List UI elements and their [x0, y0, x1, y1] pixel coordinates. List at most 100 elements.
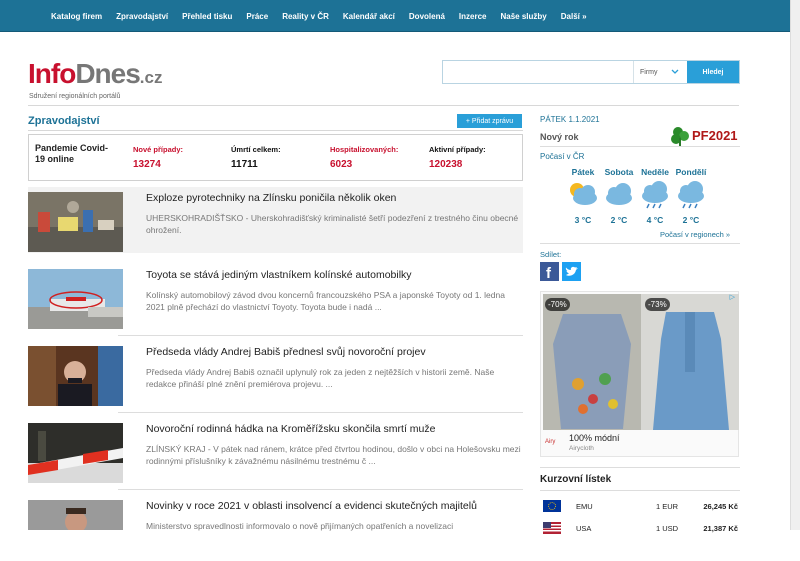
divider	[118, 489, 523, 490]
logo-part-cz: .cz	[139, 68, 163, 87]
article-title[interactable]: Novoroční rodinná hádka na Kroměřížsku s…	[146, 423, 435, 435]
ad-text: 100% módní	[569, 433, 620, 443]
currency-code: USA	[576, 524, 592, 533]
article-description: ZLÍNSKÝ KRAJ - V pátek nad ránem, krátce…	[146, 444, 521, 466]
scrollbar[interactable]	[790, 0, 800, 530]
nav-item[interactable]: Kalendář akcí	[343, 12, 395, 21]
currency-code: EMU	[576, 502, 593, 511]
article-title[interactable]: Předseda vlády Andrej Babiš přednesl svů…	[146, 346, 426, 358]
article-title[interactable]: Toyota se stává jediným vlastníkem kolín…	[146, 269, 412, 281]
nav-item[interactable]: Práce	[246, 12, 268, 21]
nav-item[interactable]: Katalog firem	[51, 12, 102, 21]
search-input[interactable]	[443, 61, 633, 83]
rain-cloud-icon	[638, 180, 672, 215]
divider	[540, 490, 740, 491]
svg-text:f: f	[546, 265, 552, 281]
news-section-title[interactable]: Zpravodajství	[28, 115, 100, 127]
weather-regions-link[interactable]: Počasí v regionech »	[660, 230, 730, 239]
covid-stat-label: Nové případy:	[133, 145, 184, 154]
article-item[interactable]: Novoroční rodinná hádka na Kroměřížsku s…	[28, 418, 523, 484]
advertisement[interactable]: -70% -73% ▷ Airy 100% módní Airycloth	[540, 291, 739, 457]
weather-title[interactable]: Počasí v ČR	[540, 152, 740, 161]
search-category-select[interactable]: Firmy	[633, 61, 687, 83]
nav-item[interactable]: Dovolená	[409, 12, 445, 21]
pf-logo: PF2021	[668, 124, 738, 148]
nav-item[interactable]: Inzerce	[459, 12, 487, 21]
covid-stat-value: 120238	[429, 159, 463, 170]
nav-item[interactable]: Další »	[561, 12, 587, 21]
currency-row: EMU 1 EUR 26,245 Kč	[540, 498, 740, 516]
eu-flag-icon	[543, 500, 561, 512]
weather-temp: 3 °C	[574, 215, 592, 225]
article-description: UHERSKOHRADIŠŤSKO - Uherskohradišťský kr…	[146, 213, 519, 235]
weather-temp: 2 °C	[682, 215, 700, 225]
currency-amount: 1 EUR	[656, 502, 679, 511]
rain-cloud-icon	[674, 180, 708, 215]
article-description: Předseda vlády Andrej Babiš označil uply…	[146, 367, 495, 389]
logo-part-dnes: Dnes	[75, 58, 140, 89]
sun-cloud-icon	[566, 180, 600, 213]
article-description: Kolínský automobilový závod dvou koncern…	[146, 290, 505, 312]
article-thumbnail[interactable]	[28, 269, 123, 329]
article-item[interactable]: Předseda vlády Andrej Babiš přednesl svů…	[28, 341, 523, 407]
covid-stat-label: Aktivní případy:	[429, 145, 486, 154]
covid-widget: Pandemie Covid-19 online Nové případy: 1…	[28, 134, 523, 181]
weather-temp: 4 °C	[646, 215, 664, 225]
add-news-button[interactable]: + Přidat zprávu	[457, 114, 522, 128]
divider	[28, 105, 739, 106]
chevron-down-icon	[671, 69, 679, 74]
divider	[540, 146, 740, 147]
weather-day: Pondělí	[675, 167, 707, 177]
nav-item[interactable]: Naše služby	[501, 12, 547, 21]
top-navigation: Katalog firem Zpravodajství Přehled tisku P…	[0, 0, 800, 32]
site-logo[interactable]: InfoDnes.cz	[28, 58, 162, 90]
divider	[540, 243, 740, 244]
currency-title: Kurzovní lístek	[540, 474, 612, 485]
discount-badge: -70%	[545, 298, 570, 311]
search-button[interactable]: Hledej	[687, 61, 739, 83]
facebook-share-button[interactable]: f	[540, 262, 559, 282]
covid-stat-value: 13274	[133, 159, 161, 170]
covid-stat-value: 11711	[231, 159, 258, 170]
ad-image	[543, 294, 641, 430]
article-item[interactable]: Novinky v roce 2021 v oblasti insolvencí…	[28, 495, 523, 561]
current-date: PÁTEK 1.1.2021	[540, 115, 600, 124]
tagline: Sdružení regionálních portálů	[29, 93, 121, 100]
nav-item[interactable]: Zpravodajství	[116, 12, 168, 21]
nav-item[interactable]: Přehled tisku	[182, 12, 232, 21]
facebook-icon: f	[546, 265, 552, 282]
weather-day: Sobota	[604, 167, 634, 177]
nav-item[interactable]: Reality v ČR	[282, 12, 329, 21]
article-item[interactable]: Toyota se stává jediným vlastníkem kolín…	[28, 264, 523, 330]
adchoices-icon[interactable]: ▷	[730, 293, 735, 301]
weather-day: Neděle	[641, 167, 669, 177]
currency-row: USA 1 USD 21,387 Kč	[540, 520, 740, 538]
ad-brand-logo: Airy	[545, 439, 556, 445]
article-thumbnail[interactable]	[28, 500, 123, 530]
share-label: Sdílet:	[540, 250, 562, 259]
covid-label: Pandemie Covid-19 online	[35, 143, 109, 164]
twitter-icon	[565, 266, 578, 276]
discount-badge: -73%	[645, 298, 670, 311]
currency-rate: 21,387 Kč	[703, 524, 738, 533]
article-thumbnail[interactable]	[28, 346, 123, 406]
covid-stat-label: Úmrtí celkem:	[231, 145, 281, 154]
currency-amount: 1 USD	[656, 524, 679, 533]
article-title[interactable]: Novinky v roce 2021 v oblasti insolvencí…	[146, 500, 477, 512]
twitter-share-button[interactable]	[562, 262, 581, 281]
article-title[interactable]: Exploze pyrotechniky na Zlínsku poničila…	[146, 192, 396, 204]
cloud-icon	[602, 180, 636, 213]
covid-stat-value: 6023	[330, 159, 353, 170]
article-thumbnail[interactable]	[28, 192, 123, 252]
logo-part-info: Info	[28, 58, 76, 89]
weather-temp: 2 °C	[610, 215, 628, 225]
search-category-value: Firmy	[640, 68, 658, 76]
article-thumbnail[interactable]	[28, 423, 123, 483]
article-description: Ministerstvo spravedlnosti informovalo o…	[146, 521, 454, 531]
ad-image	[641, 294, 739, 430]
divider	[28, 130, 523, 131]
us-flag-icon	[543, 522, 561, 534]
pf-text: PF2021	[692, 128, 738, 143]
weather-day: Pátek	[571, 167, 595, 177]
article-item[interactable]: Exploze pyrotechniky na Zlínsku poničila…	[28, 187, 523, 253]
